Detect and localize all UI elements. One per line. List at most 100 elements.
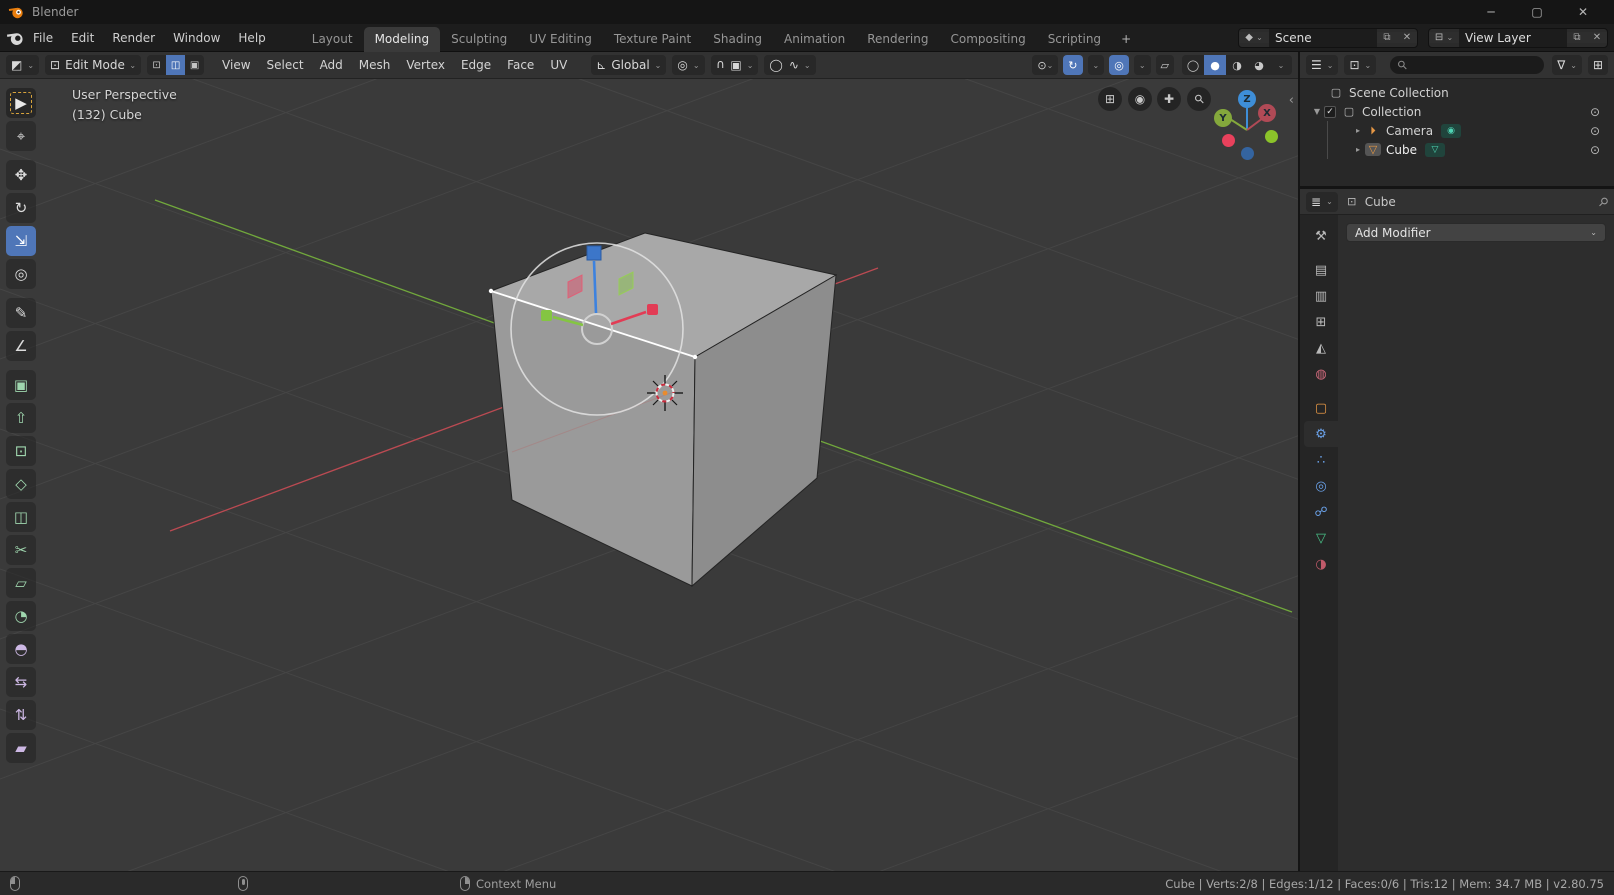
tool-cursor[interactable]: ⌖ — [6, 121, 36, 151]
orthographic-toggle-button[interactable]: ⊞ — [1098, 87, 1122, 111]
scene-icon[interactable]: ◆ ⌄ — [1239, 32, 1269, 43]
tab-tool[interactable]: ⚒ — [1304, 223, 1338, 249]
outliner-row-scene-collection[interactable]: ▢ Scene Collection — [1300, 83, 1614, 102]
hide-cube-eye-icon[interactable]: ⊙ — [1590, 143, 1600, 157]
menu-render[interactable]: Render — [103, 27, 164, 49]
close-button[interactable]: ✕ — [1560, 0, 1606, 24]
tool-shrink-fatten[interactable]: ⇅ — [6, 700, 36, 730]
tool-annotate[interactable]: ✎ — [6, 298, 36, 328]
tab-compositing[interactable]: Compositing — [939, 27, 1036, 52]
menu-add[interactable]: Add — [312, 54, 351, 76]
menu-uv[interactable]: UV — [542, 54, 575, 76]
menu-help[interactable]: Help — [229, 27, 274, 49]
tool-shear[interactable]: ▰ — [6, 733, 36, 763]
axis-neg-y-handle[interactable] — [1265, 130, 1278, 143]
tool-edge-slide[interactable]: ⇆ — [6, 667, 36, 697]
view-layer-copy-icon[interactable]: ⧉ — [1567, 32, 1587, 43]
axis-z-handle[interactable]: Z — [1238, 90, 1256, 108]
vertex-select-mode-button[interactable]: ⊡ — [147, 55, 166, 75]
tab-material[interactable]: ◑ — [1304, 551, 1338, 577]
pivot-dropdown[interactable]: ◎ ⌄ — [672, 55, 704, 75]
menu-edit[interactable]: Edit — [62, 27, 103, 49]
tool-spin[interactable]: ◔ — [6, 601, 36, 631]
proportional-editing-group[interactable]: ◯ ∿ ⌄ — [764, 55, 815, 75]
axis-neg-z-handle[interactable] — [1241, 147, 1254, 160]
outliner-row-collection[interactable]: ▼ ✓ ▢ Collection ⊙ — [1300, 102, 1614, 121]
tool-rotate[interactable]: ↻ — [6, 193, 36, 223]
tab-animation[interactable]: Animation — [773, 27, 856, 52]
tab-uv-editing[interactable]: UV Editing — [518, 27, 603, 52]
shading-dropdown[interactable]: ⌄ — [1270, 55, 1292, 75]
tool-loop-cut[interactable]: ◫ — [6, 502, 36, 532]
menu-window[interactable]: Window — [164, 27, 229, 49]
viewport-canvas[interactable]: User Perspective (132) Cube ▶ ⌖ ✥ ↻ ⇲ ◎ … — [0, 79, 1298, 871]
tool-scale[interactable]: ⇲ — [6, 226, 36, 256]
view-layer-name[interactable]: View Layer — [1459, 29, 1567, 47]
menu-mesh[interactable]: Mesh — [351, 54, 399, 76]
selected-vertex[interactable] — [693, 355, 697, 359]
tab-modifiers[interactable]: ⚙ — [1304, 421, 1338, 447]
pin-icon[interactable]: ⚲ — [1596, 193, 1612, 209]
collection-checkbox[interactable]: ✓ — [1324, 106, 1336, 118]
camera-data-icon[interactable]: ◉ — [1441, 124, 1461, 138]
tool-extrude-region[interactable]: ⇧ — [6, 403, 36, 433]
tab-render[interactable]: ▤ — [1304, 257, 1338, 283]
menu-file[interactable]: File — [24, 27, 62, 49]
axis-y-handle[interactable]: Y — [1214, 109, 1232, 127]
tab-constraints[interactable]: ☍ — [1304, 499, 1338, 525]
pan-view-button[interactable]: ✚ — [1157, 87, 1181, 111]
hide-collection-eye-icon[interactable]: ⊙ — [1590, 105, 1600, 119]
tool-move[interactable]: ✥ — [6, 160, 36, 190]
axis-navigation-gizmo[interactable]: Z Y X — [1204, 87, 1290, 173]
tool-add-cube[interactable]: ▣ — [6, 370, 36, 400]
axis-x-handle[interactable]: X — [1258, 104, 1276, 122]
tool-select-box[interactable]: ▶ — [6, 88, 36, 118]
tool-knife[interactable]: ✂ — [6, 535, 36, 565]
tab-object-data[interactable]: ▽ — [1304, 525, 1338, 551]
menu-face[interactable]: Face — [499, 54, 542, 76]
menu-vertex[interactable]: Vertex — [398, 54, 453, 76]
tab-view-layer[interactable]: ⊞ — [1304, 309, 1338, 335]
tab-output[interactable]: ▥ — [1304, 283, 1338, 309]
tab-layout[interactable]: Layout — [301, 27, 364, 52]
face-select-mode-button[interactable]: ▣ — [185, 55, 204, 75]
tab-texture-paint[interactable]: Texture Paint — [603, 27, 702, 52]
tool-inset-faces[interactable]: ⊡ — [6, 436, 36, 466]
menu-edge[interactable]: Edge — [453, 54, 499, 76]
view-layer-remove-icon[interactable]: ✕ — [1587, 32, 1607, 43]
visibility-dropdown[interactable]: ⊙ ⌄ — [1032, 55, 1058, 75]
material-preview-button[interactable]: ◑ — [1226, 55, 1248, 75]
tool-transform[interactable]: ◎ — [6, 259, 36, 289]
tab-scene[interactable]: ◭ — [1304, 335, 1338, 361]
viewport-scene[interactable] — [0, 79, 1298, 871]
add-workspace-button[interactable]: + — [1112, 27, 1140, 52]
tab-scripting[interactable]: Scripting — [1037, 27, 1112, 52]
tool-bevel[interactable]: ◇ — [6, 469, 36, 499]
tool-measure[interactable]: ∠ — [6, 331, 36, 361]
scene-name[interactable]: Scene — [1269, 29, 1377, 47]
wireframe-shading-button[interactable]: ◯ — [1182, 55, 1204, 75]
tool-smooth[interactable]: ◓ — [6, 634, 36, 664]
mode-dropdown[interactable]: ⊡ Edit Mode ⌄ — [45, 55, 141, 75]
view-layer-icon[interactable]: ⊟ ⌄ — [1429, 32, 1459, 43]
snap-group[interactable]: ∪ ▣ ⌄ — [711, 55, 759, 75]
outliner-row-camera[interactable]: ▸ ⏵ Camera ◉ ⊙ — [1300, 121, 1614, 140]
new-collection-button[interactable]: ⊞ — [1588, 55, 1608, 75]
add-modifier-dropdown[interactable]: Add Modifier ⌄ — [1346, 223, 1606, 242]
scene-unlink-icon[interactable]: ✕ — [1397, 32, 1417, 43]
editor-type-button[interactable]: ◩ ⌄ — [6, 55, 39, 75]
scene-copy-icon[interactable]: ⧉ — [1377, 32, 1397, 43]
edge-select-mode-button[interactable]: ◫ — [166, 55, 185, 75]
menu-select[interactable]: Select — [259, 54, 312, 76]
gizmo-y-handle[interactable] — [541, 310, 552, 321]
disclosure-triangle-icon[interactable]: ▼ — [1310, 107, 1324, 116]
outliner-search-input[interactable]: ⚲ — [1390, 56, 1544, 74]
rendered-shading-button[interactable]: ◕ — [1248, 55, 1270, 75]
solid-shading-button[interactable]: ● — [1204, 55, 1226, 75]
outliner-filter-image-dropdown[interactable]: ⊡ ⌄ — [1344, 55, 1376, 75]
cube-mesh[interactable] — [489, 233, 836, 586]
properties-editor-type-button[interactable]: ≣ ⌄ — [1306, 192, 1338, 212]
gizmo-z-handle[interactable] — [587, 246, 601, 260]
outliner-filter-dropdown[interactable]: ∇ ⌄ — [1552, 55, 1582, 75]
overlays-dropdown[interactable]: ⌄ — [1134, 55, 1151, 75]
